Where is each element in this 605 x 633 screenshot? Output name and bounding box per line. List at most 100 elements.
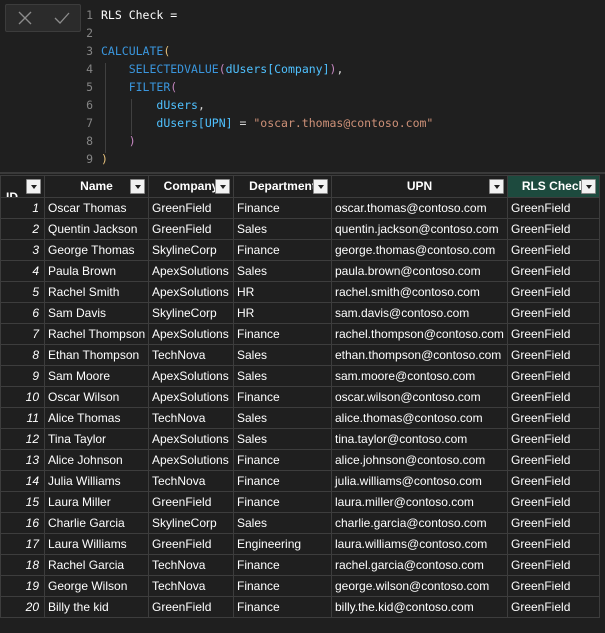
filter-dropdown-icon[interactable]: [215, 179, 230, 194]
cell-name[interactable]: Rachel Garcia: [44, 554, 149, 576]
cell-id[interactable]: 11: [0, 407, 45, 429]
cell-company[interactable]: TechNova: [148, 554, 234, 576]
cell-id[interactable]: 6: [0, 302, 45, 324]
table-row[interactable]: 16 Charlie Garcia SkylineCorp Sales charlie.…: [0, 512, 600, 534]
cell-company[interactable]: SkylineCorp: [148, 302, 234, 324]
cancel-button[interactable]: [13, 7, 37, 29]
cell-company[interactable]: GreenField: [148, 533, 234, 555]
table-row[interactable]: 8 Ethan Thompson TechNova Sales ethan.thomps…: [0, 344, 600, 366]
cell-name[interactable]: Charlie Garcia: [44, 512, 149, 534]
cell-department[interactable]: Finance: [233, 554, 332, 576]
cell-rls[interactable]: GreenField: [507, 260, 600, 282]
cell-id[interactable]: 12: [0, 428, 45, 450]
table-row[interactable]: 11 Alice Thomas TechNova Sales alice.thomas@…: [0, 407, 600, 429]
cell-company[interactable]: TechNova: [148, 407, 234, 429]
table-row[interactable]: 9 Sam Moore ApexSolutions Sales sam.moore@co…: [0, 365, 600, 387]
filter-dropdown-icon[interactable]: [26, 179, 41, 194]
cell-rls[interactable]: GreenField: [507, 344, 600, 366]
table-row[interactable]: 3 George Thomas SkylineCorp Finance george.t…: [0, 239, 600, 261]
cell-rls[interactable]: GreenField: [507, 554, 600, 576]
table-row[interactable]: 20 Billy the kid GreenField Finance billy.th…: [0, 596, 600, 618]
cell-id[interactable]: 2: [0, 218, 45, 240]
cell-department[interactable]: Finance: [233, 575, 332, 597]
cell-rls[interactable]: GreenField: [507, 302, 600, 324]
cell-department[interactable]: Sales: [233, 344, 332, 366]
cell-name[interactable]: Oscar Thomas: [44, 197, 149, 219]
cell-company[interactable]: ApexSolutions: [148, 365, 234, 387]
cell-id[interactable]: 1: [0, 197, 45, 219]
cell-rls[interactable]: GreenField: [507, 218, 600, 240]
cell-rls[interactable]: GreenField: [507, 365, 600, 387]
cell-id[interactable]: 13: [0, 449, 45, 471]
cell-department[interactable]: Sales: [233, 365, 332, 387]
cell-upn[interactable]: george.thomas@contoso.com: [331, 239, 508, 261]
filter-dropdown-icon[interactable]: [489, 179, 504, 194]
table-row[interactable]: 13 Alice Johnson ApexSolutions Finance alice…: [0, 449, 600, 471]
column-header-company[interactable]: Company: [148, 175, 234, 198]
cell-company[interactable]: ApexSolutions: [148, 428, 234, 450]
cell-company[interactable]: GreenField: [148, 596, 234, 618]
cell-department[interactable]: Finance: [233, 197, 332, 219]
cell-company[interactable]: ApexSolutions: [148, 386, 234, 408]
table-row[interactable]: 5 Rachel Smith ApexSolutions HR rachel.smith…: [0, 281, 600, 303]
cell-id[interactable]: 14: [0, 470, 45, 492]
cell-company[interactable]: ApexSolutions: [148, 323, 234, 345]
cell-department[interactable]: Finance: [233, 491, 332, 513]
cell-upn[interactable]: tina.taylor@contoso.com: [331, 428, 508, 450]
cell-department[interactable]: Sales: [233, 512, 332, 534]
table-row[interactable]: 17 Laura Williams GreenField Engineering lau…: [0, 533, 600, 555]
cell-department[interactable]: Finance: [233, 470, 332, 492]
cell-company[interactable]: ApexSolutions: [148, 281, 234, 303]
cell-upn[interactable]: rachel.thompson@contoso.com: [331, 323, 508, 345]
cell-rls[interactable]: GreenField: [507, 596, 600, 618]
cell-rls[interactable]: GreenField: [507, 470, 600, 492]
cell-upn[interactable]: paula.brown@contoso.com: [331, 260, 508, 282]
cell-department[interactable]: HR: [233, 281, 332, 303]
cell-department[interactable]: Sales: [233, 218, 332, 240]
cell-company[interactable]: ApexSolutions: [148, 260, 234, 282]
cell-rls[interactable]: GreenField: [507, 512, 600, 534]
table-row[interactable]: 7 Rachel Thompson ApexSolutions Finance rach…: [0, 323, 600, 345]
cell-name[interactable]: Billy the kid: [44, 596, 149, 618]
cell-company[interactable]: SkylineCorp: [148, 512, 234, 534]
table-row[interactable]: 6 Sam Davis SkylineCorp HR sam.davis@contoso…: [0, 302, 600, 324]
cell-rls[interactable]: GreenField: [507, 428, 600, 450]
cell-company[interactable]: ApexSolutions: [148, 449, 234, 471]
cell-id[interactable]: 4: [0, 260, 45, 282]
cell-name[interactable]: Laura Miller: [44, 491, 149, 513]
column-header-upn[interactable]: UPN: [331, 175, 508, 198]
cell-rls[interactable]: GreenField: [507, 281, 600, 303]
cell-company[interactable]: GreenField: [148, 197, 234, 219]
cell-name[interactable]: Rachel Thompson: [44, 323, 149, 345]
cell-rls[interactable]: GreenField: [507, 197, 600, 219]
cell-upn[interactable]: julia.williams@contoso.com: [331, 470, 508, 492]
dax-code-editor[interactable]: 1 RLS Check = 2 3 CALCULATE(4 SELECTEDVALUE…: [83, 0, 605, 172]
cell-upn[interactable]: george.wilson@contoso.com: [331, 575, 508, 597]
cell-upn[interactable]: rachel.garcia@contoso.com: [331, 554, 508, 576]
cell-rls[interactable]: GreenField: [507, 491, 600, 513]
cell-company[interactable]: TechNova: [148, 344, 234, 366]
cell-name[interactable]: Paula Brown: [44, 260, 149, 282]
cell-upn[interactable]: rachel.smith@contoso.com: [331, 281, 508, 303]
filter-dropdown-icon[interactable]: [130, 179, 145, 194]
cell-name[interactable]: George Thomas: [44, 239, 149, 261]
table-row[interactable]: 1 Oscar Thomas GreenField Finance oscar.thom…: [0, 197, 600, 219]
filter-dropdown-icon[interactable]: [313, 179, 328, 194]
cell-id[interactable]: 16: [0, 512, 45, 534]
cell-department[interactable]: Finance: [233, 596, 332, 618]
cell-name[interactable]: Quentin Jackson: [44, 218, 149, 240]
cell-rls[interactable]: GreenField: [507, 575, 600, 597]
cell-company[interactable]: TechNova: [148, 470, 234, 492]
table-row[interactable]: 10 Oscar Wilson ApexSolutions Finance oscar.…: [0, 386, 600, 408]
table-row[interactable]: 18 Rachel Garcia TechNova Finance rachel.gar…: [0, 554, 600, 576]
cell-upn[interactable]: alice.thomas@contoso.com: [331, 407, 508, 429]
cell-id[interactable]: 19: [0, 575, 45, 597]
cell-company[interactable]: GreenField: [148, 491, 234, 513]
commit-button[interactable]: [50, 7, 74, 29]
cell-id[interactable]: 20: [0, 596, 45, 618]
column-header-id[interactable]: ID: [0, 175, 45, 198]
cell-upn[interactable]: quentin.jackson@contoso.com: [331, 218, 508, 240]
cell-department[interactable]: Engineering: [233, 533, 332, 555]
cell-name[interactable]: Laura Williams: [44, 533, 149, 555]
cell-upn[interactable]: oscar.wilson@contoso.com: [331, 386, 508, 408]
